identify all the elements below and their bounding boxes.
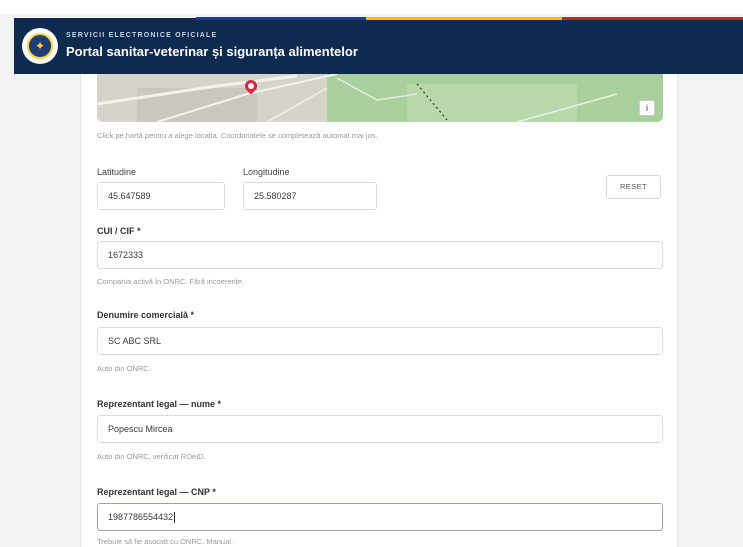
site-header: ✦ SERVICII ELECTRONICE OFICIALE Portal s…: [14, 18, 743, 74]
location-map[interactable]: i: [97, 74, 663, 122]
rep-name-hint: Auto din ONRC, verificat ROeID.: [97, 452, 206, 461]
rep-name-label: Reprezentant legal — nume *: [97, 399, 222, 409]
rep-cnp-hint: Trebuie să fie asociat cu ONRC. Manual.: [97, 537, 234, 546]
map-control-button[interactable]: i: [639, 100, 655, 116]
rep-cnp-value: 1987786554432: [108, 512, 174, 522]
company-hint: Auto din ONRC.: [97, 364, 151, 373]
flag-stripe-red: [562, 17, 743, 20]
text-caret: [174, 512, 176, 524]
company-label: Denumire comercială *: [97, 310, 195, 320]
longitude-label: Longitudine: [243, 167, 290, 177]
longitude-input[interactable]: 25.580287: [243, 182, 377, 210]
flag-stripe-blue: [196, 17, 366, 20]
form-card: i Click pe hartă pentru a alege locația.…: [80, 74, 678, 547]
top-strip: [0, 0, 743, 14]
latitude-input[interactable]: 45.647589: [97, 182, 225, 210]
portal-title[interactable]: Portal sanitar-veterinar și siguranța al…: [66, 44, 358, 59]
cui-label: CUI / CIF *: [97, 226, 141, 236]
rep-name-input[interactable]: Popescu Mircea: [97, 415, 663, 443]
company-input[interactable]: SC ABC SRL: [97, 327, 663, 355]
header-kicker: SERVICII ELECTRONICE OFICIALE: [66, 32, 218, 39]
latitude-label: Latitudine: [97, 167, 137, 177]
cui-hint: Compania activă în ONRC. Fără incoerențe…: [97, 277, 245, 286]
coat-of-arms-icon: ✦: [22, 28, 58, 64]
cui-input[interactable]: 1672333: [97, 241, 663, 269]
rep-cnp-input[interactable]: 1987786554432: [97, 503, 663, 531]
map-hint: Click pe hartă pentru a alege locația. C…: [97, 131, 378, 140]
map-roads: [97, 74, 618, 122]
reset-button[interactable]: RESET: [606, 175, 661, 199]
flag-stripe-yellow: [366, 17, 562, 20]
rep-cnp-label: Reprezentant legal — CNP *: [97, 487, 216, 497]
